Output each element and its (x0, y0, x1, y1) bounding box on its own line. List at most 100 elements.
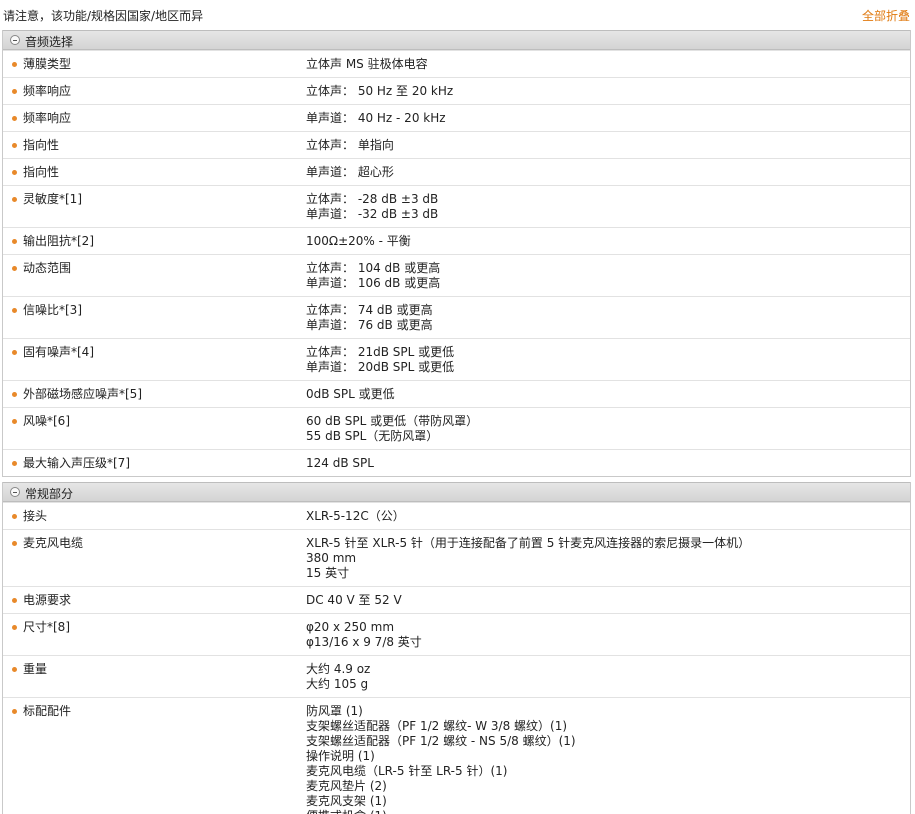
bullet-dot-icon (12, 197, 17, 202)
spec-value-line: 支架螺丝适配器（PF 1/2 螺纹- W 3/8 螺纹）(1) (306, 719, 568, 733)
spec-label: 重量 (23, 662, 48, 676)
bullet-dot-icon (12, 308, 17, 313)
spec-value-line: 立体声： 104 dB 或更高 (306, 261, 441, 275)
spec-value-line: 大约 105 g (306, 677, 369, 691)
spec-row: 标配配件 防风罩 (1) 支架螺丝适配器（PF 1/2 螺纹- W 3/8 螺纹）(… (3, 697, 910, 814)
spec-value-line: 单声道： 20dB SPL 或更低 (306, 360, 455, 374)
spec-value-cell: 立体声： 21dB SPL 或更低 单声道： 20dB SPL 或更低 (306, 345, 910, 375)
spec-value-line: 立体声： 单指向 (306, 138, 394, 152)
spec-value-line: DC 40 V 至 52 V (306, 593, 402, 607)
spec-label-cell: 动态范围 (3, 261, 306, 291)
spec-value-line: 立体声： 74 dB 或更高 (306, 303, 433, 317)
spec-label-cell: 固有噪声*[4] (3, 345, 306, 375)
section-header[interactable]: 常规部分 (3, 482, 910, 502)
bullet-dot-icon (12, 350, 17, 355)
bullet-dot-icon (12, 170, 17, 175)
spec-sections: 音频选择 薄膜类型 立体声 MS 驻极体电容 频率响应 立体声： 50 Hz 至 20 … (0, 30, 915, 814)
spec-label-cell: 灵敏度*[1] (3, 192, 306, 222)
spec-value-line: 单声道： 超心形 (306, 165, 394, 179)
spec-value-line: φ20 x 250 mm (306, 620, 395, 634)
spec-value-line: φ13/16 x 9 7/8 英寸 (306, 635, 422, 649)
spec-value-line: 立体声 MS 驻极体电容 (306, 57, 428, 71)
spec-value-line: 单声道： 106 dB 或更高 (306, 276, 441, 290)
spec-label-cell: 尺寸*[8] (3, 620, 306, 650)
spec-label: 频率响应 (23, 84, 72, 98)
spec-value-cell: 立体声： 单指向 (306, 138, 910, 153)
region-notice: 请注意，该功能/规格因国家/地区而异 (3, 9, 204, 23)
spec-section: 常规部分 接头 XLR-5-12C（公） 麦克风电缆 XLR-5 针至 XLR-5 针（… (2, 482, 911, 814)
spec-row: 频率响应 立体声： 50 Hz 至 20 kHz (3, 77, 910, 104)
spec-row: 输出阻抗*[2] 100Ω±20% - 平衡 (3, 227, 910, 254)
bullet-dot-icon (12, 598, 17, 603)
spec-value-line: 124 dB SPL (306, 456, 374, 470)
spec-label-cell: 麦克风电缆 (3, 536, 306, 581)
spec-value-line: 60 dB SPL 或更低（带防风罩） (306, 414, 479, 428)
spec-label-cell: 风噪*[6] (3, 414, 306, 444)
spec-value-cell: 立体声 MS 驻极体电容 (306, 57, 910, 72)
spec-value-cell: 60 dB SPL 或更低（带防风罩） 55 dB SPL（无防风罩） (306, 414, 910, 444)
bullet-dot-icon (12, 239, 17, 244)
section-title: 音频选择 (25, 35, 74, 49)
spec-label-cell: 重量 (3, 662, 306, 692)
spec-row: 薄膜类型 立体声 MS 驻极体电容 (3, 50, 910, 77)
spec-label: 最大输入声压级*[7] (23, 456, 130, 470)
spec-row: 尺寸*[8] φ20 x 250 mm φ13/16 x 9 7/8 英寸 (3, 613, 910, 655)
spec-value-line: 380 mm (306, 551, 357, 565)
spec-label-cell: 外部磁场感应噪声*[5] (3, 387, 306, 402)
spec-row: 动态范围 立体声： 104 dB 或更高 单声道： 106 dB 或更高 (3, 254, 910, 296)
spec-label: 尺寸*[8] (23, 620, 70, 634)
collapse-all-link[interactable]: 全部折叠 (862, 7, 910, 24)
spec-label: 电源要求 (23, 593, 72, 607)
collapse-circle-icon[interactable] (10, 487, 20, 497)
collapse-circle-icon[interactable] (10, 35, 20, 45)
spec-value-cell: XLR-5 针至 XLR-5 针（用于连接配备了前置 5 针麦克风连接器的索尼摄… (306, 536, 910, 581)
spec-value-line: 操作说明 (1) (306, 749, 375, 763)
spec-label-cell: 频率响应 (3, 84, 306, 99)
spec-label-cell: 薄膜类型 (3, 57, 306, 72)
spec-value-line: 麦克风电缆（LR-5 针至 LR-5 针）(1) (306, 764, 508, 778)
bullet-dot-icon (12, 419, 17, 424)
section-header[interactable]: 音频选择 (3, 30, 910, 50)
spec-label: 固有噪声*[4] (23, 345, 94, 359)
spec-row: 频率响应 单声道： 40 Hz - 20 kHz (3, 104, 910, 131)
spec-label: 标配配件 (23, 704, 72, 718)
top-bar: 请注意，该功能/规格因国家/地区而异 全部折叠 (0, 0, 915, 30)
spec-row: 风噪*[6] 60 dB SPL 或更低（带防风罩） 55 dB SPL（无防风罩） (3, 407, 910, 449)
spec-label: 指向性 (23, 138, 60, 152)
spec-value-line: 15 英寸 (306, 566, 350, 580)
spec-value-line: 麦克风支架 (1) (306, 794, 387, 808)
bullet-dot-icon (12, 667, 17, 672)
bullet-dot-icon (12, 116, 17, 121)
spec-label-cell: 接头 (3, 509, 306, 524)
spec-label: 外部磁场感应噪声*[5] (23, 387, 142, 401)
spec-value-line: 支架螺丝适配器（PF 1/2 螺纹 - NS 5/8 螺纹）(1) (306, 734, 576, 748)
spec-value-line: 55 dB SPL（无防风罩） (306, 429, 439, 443)
spec-value-line: 麦克风垫片 (2) (306, 779, 387, 793)
spec-value-line: 0dB SPL 或更低 (306, 387, 395, 401)
bullet-dot-icon (12, 541, 17, 546)
spec-row: 指向性 立体声： 单指向 (3, 131, 910, 158)
spec-row: 固有噪声*[4] 立体声： 21dB SPL 或更低 单声道： 20dB SPL 或… (3, 338, 910, 380)
spec-row: 接头 XLR-5-12C（公） (3, 502, 910, 529)
spec-value-cell: 防风罩 (1) 支架螺丝适配器（PF 1/2 螺纹- W 3/8 螺纹）(1) 支架… (306, 704, 910, 814)
spec-label-cell: 指向性 (3, 165, 306, 180)
spec-label-cell: 频率响应 (3, 111, 306, 126)
spec-value-cell: 立体声： 104 dB 或更高 单声道： 106 dB 或更高 (306, 261, 910, 291)
spec-value-cell: 立体声： 50 Hz 至 20 kHz (306, 84, 910, 99)
spec-label: 指向性 (23, 165, 60, 179)
spec-label-cell: 输出阻抗*[2] (3, 234, 306, 249)
spec-value-line: XLR-5 针至 XLR-5 针（用于连接配备了前置 5 针麦克风连接器的索尼摄… (306, 536, 751, 550)
bullet-dot-icon (12, 266, 17, 271)
spec-value-cell: 0dB SPL 或更低 (306, 387, 910, 402)
spec-value-line: 大约 4.9 oz (306, 662, 371, 676)
spec-value-cell: 立体声： 74 dB 或更高 单声道： 76 dB 或更高 (306, 303, 910, 333)
spec-label-cell: 标配配件 (3, 704, 306, 814)
spec-value-line: 立体声： 21dB SPL 或更低 (306, 345, 455, 359)
spec-value-cell: φ20 x 250 mm φ13/16 x 9 7/8 英寸 (306, 620, 910, 650)
bullet-dot-icon (12, 89, 17, 94)
spec-label-cell: 最大输入声压级*[7] (3, 456, 306, 471)
bullet-dot-icon (12, 709, 17, 714)
spec-value-line: XLR-5-12C（公） (306, 509, 405, 523)
spec-row: 麦克风电缆 XLR-5 针至 XLR-5 针（用于连接配备了前置 5 针麦克风连接… (3, 529, 910, 586)
spec-label: 灵敏度*[1] (23, 192, 82, 206)
